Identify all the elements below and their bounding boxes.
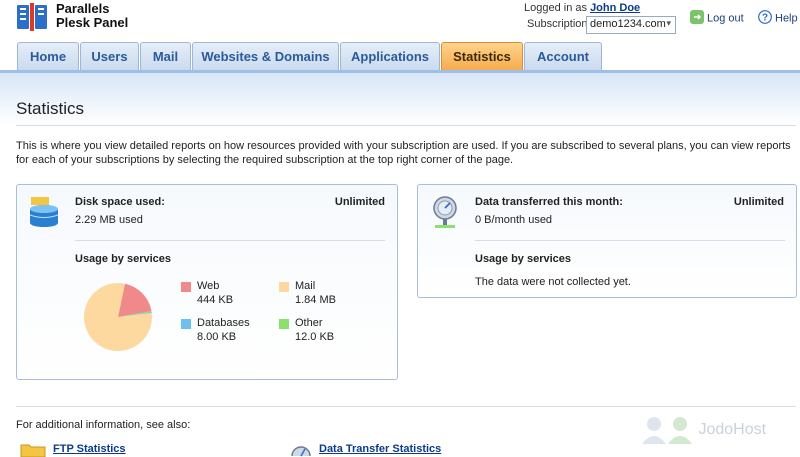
tab-statistics[interactable]: Statistics [441,42,523,72]
chevron-down-icon: ▾ [666,18,671,28]
legend-databases-name: Databases [197,317,250,329]
watermark-text: JodoHost [698,421,767,439]
title-divider [16,125,796,126]
logged-in-info: Logged in as John Doe [524,2,640,14]
legend-databases-swatch [181,319,191,329]
transfer-usage-title: Usage by services [475,253,572,265]
legend-mail-swatch [279,282,289,292]
svg-text:?: ? [762,13,768,24]
brand-line1: Parallels [56,1,110,16]
help-label: Help [775,12,798,25]
page-intro: This is where you view detailed reports … [16,140,791,166]
disk-usage-pie-chart [84,283,152,351]
users-watermark-icon [642,417,692,444]
tab-applications[interactable]: Applications [340,42,440,72]
network-transfer-icon [430,194,460,233]
data-transfer-label: Data transferred this month: [475,196,623,208]
tab-users[interactable]: Users [80,42,139,72]
legend-web-value: 444 KB [197,294,234,306]
plesk-logo-icon [16,3,48,31]
brand-line2: Plesk Panel [56,15,129,30]
tab-account[interactable]: Account [524,42,602,72]
see-also-label: For additional information, see also: [16,419,191,431]
legend-other-value: 12.0 KB [295,331,335,343]
data-transfer-panel: Data transferred this month: Unlimited 0… [417,184,797,298]
legend-mail-name: Mail [295,280,316,292]
legend-other-swatch [279,319,289,329]
tab-websites-domains[interactable]: Websites & Domains [192,42,339,72]
main-tabs: Home Users Mail Websites & Domains Appli… [0,42,800,72]
disk-space-panel: Disk space used: Unlimited 2.29 MB used … [16,184,398,380]
tab-home[interactable]: Home [17,42,79,72]
subscription-select[interactable]: demo1234.com ▾ [586,16,676,34]
legend-other-name: Other [295,317,323,329]
legend-web-swatch [181,282,191,292]
legend-databases-value: 8.00 KB [197,331,237,343]
transfer-divider [475,240,785,241]
data-transfer-used: 0 B/month used [475,214,553,226]
user-name-link[interactable]: John Doe [590,2,640,14]
legend-mail-value: 1.84 MB [295,294,336,306]
disk-space-used: 2.29 MB used [75,214,143,226]
help-icon: ? [758,10,772,27]
logout-label: Log out [707,12,744,25]
data-transfer-statistics-link[interactable]: Data Transfer Statistics [319,443,441,455]
disk-space-label: Disk space used: [75,196,165,208]
transfer-note: The data were not collected yet. [475,276,631,288]
disk-usage-title: Usage by services [75,253,172,265]
jodohost-watermark: JodoHost [640,414,766,446]
data-transfer-limit: Unlimited [733,196,784,208]
database-disk-icon [27,195,61,232]
disk-divider [75,240,385,241]
logout-button[interactable]: Log out [690,10,744,27]
header: Parallels Plesk Panel Logged in as John … [0,0,800,44]
title-band [0,73,800,125]
folder-icon [20,442,46,457]
brand-name: Parallels Plesk Panel [56,2,128,30]
page-title: Statistics [16,99,85,118]
help-button[interactable]: ? Help [758,10,798,27]
gauge-icon [290,442,312,457]
subscription-label: Subscription [527,18,588,30]
ftp-statistics-link[interactable]: FTP Statistics [53,443,126,455]
disk-space-limit: Unlimited [334,196,385,208]
footer-divider [16,406,796,407]
subscription-value: demo1234.com [590,18,666,30]
tab-mail[interactable]: Mail [140,42,191,72]
legend-web-name: Web [197,280,220,292]
logged-in-label: Logged in as [524,2,587,14]
logout-icon [690,10,704,27]
